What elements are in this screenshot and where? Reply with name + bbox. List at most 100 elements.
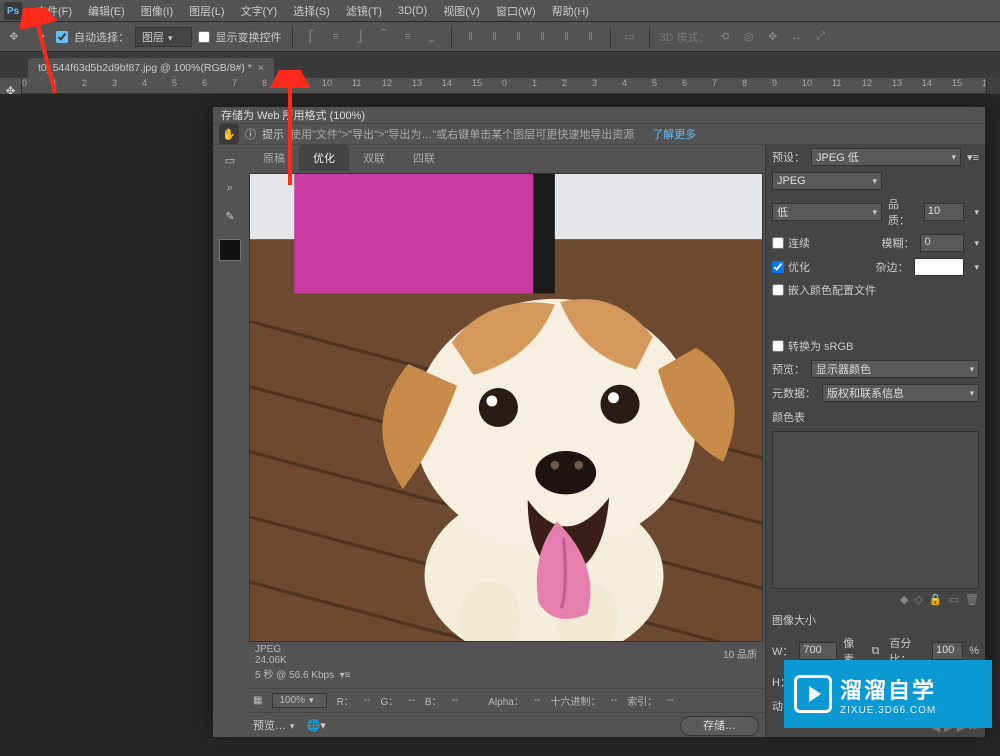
zoom-dropdown[interactable]: 100%	[272, 693, 326, 708]
readout-r: --	[364, 695, 371, 706]
distribute-6-icon[interactable]: ‖	[582, 27, 600, 47]
ct-trash-icon[interactable]: 🗑	[965, 593, 979, 606]
settings-panel: 预设： JPEG 低 ▾≡ JPEG 低 品质： 10 连续 模糊： 0	[765, 145, 985, 737]
move-tool-icon[interactable]: ✥	[4, 27, 24, 47]
distribute-2-icon[interactable]: ‖	[486, 27, 504, 47]
align-center-h-icon[interactable]: ≡	[327, 27, 345, 47]
readout-alpha-label: Alpha：	[488, 693, 524, 708]
align-bottom-icon[interactable]: ⎵	[423, 27, 441, 47]
watermark-title: 溜溜自学	[840, 673, 936, 705]
readout-g: --	[408, 695, 415, 706]
readout-b: --	[452, 695, 459, 706]
embed-profile-label: 嵌入颜色配置文件	[788, 282, 876, 298]
readout-index-label: 索引：	[627, 693, 657, 708]
width-input[interactable]: 700	[799, 642, 837, 660]
save-for-web-dialog: 存储为 Web 所用格式 (100%) ✋ ⓘ 提示 使用"文件">"导出">"…	[212, 106, 986, 726]
convert-srgb-checkbox[interactable]	[772, 340, 784, 352]
browser-icon[interactable]: 🌐▾	[307, 719, 326, 732]
tab-original[interactable]: 原稿	[249, 145, 299, 171]
distribute-4-icon[interactable]: ‖	[534, 27, 552, 47]
preset-menu-icon[interactable]: ▾≡	[967, 151, 979, 164]
distribute-5-icon[interactable]: ‖	[558, 27, 576, 47]
menu-bar: Ps 文件(F) 编辑(E) 图像(I) 图层(L) 文字(Y) 选择(S) 滤…	[0, 0, 1000, 22]
align-center-v-icon[interactable]: ≡	[399, 27, 417, 47]
distribute-1-icon[interactable]: ‖	[462, 27, 480, 47]
menu-edit[interactable]: 编辑(E)	[80, 3, 133, 19]
quality-preset-dropdown[interactable]: 低	[772, 203, 882, 221]
menu-layer[interactable]: 图层(L)	[181, 3, 232, 19]
menu-file[interactable]: 文件(F)	[28, 3, 80, 19]
3d-pan-icon[interactable]: ✥	[764, 27, 782, 47]
menu-select[interactable]: 选择(S)	[285, 3, 338, 19]
readout-index: --	[667, 695, 674, 706]
matte-dropdown[interactable]	[914, 258, 964, 276]
menu-image[interactable]: 图像(I)	[133, 3, 181, 19]
ct-icon[interactable]: 🔒	[929, 593, 943, 606]
preset-dropdown[interactable]: JPEG 低	[811, 148, 961, 166]
matte-label: 杂边：	[875, 259, 908, 275]
menu-help[interactable]: 帮助(H)	[544, 3, 597, 19]
menu-3d[interactable]: 3D(D)	[390, 5, 435, 17]
optimized-checkbox[interactable]	[772, 261, 784, 273]
auto-select-checkbox[interactable]	[56, 31, 68, 43]
3d-roll-icon[interactable]: ◎	[740, 27, 758, 47]
ct-icon[interactable]: ▭	[949, 593, 959, 606]
quality-input[interactable]: 10	[924, 203, 965, 221]
show-transform-checkbox[interactable]	[198, 31, 210, 43]
horizontal-ruler: /* populated below manually */ 012345678…	[22, 78, 1000, 94]
tab-optimized[interactable]: 优化	[299, 145, 349, 171]
slice-tool-icon[interactable]: ▭	[219, 149, 241, 171]
hand-tool-icon[interactable]: ✋	[219, 124, 239, 144]
auto-align-icon[interactable]: ▭	[621, 27, 639, 47]
metadata-dropdown[interactable]: 版权和联系信息	[822, 384, 979, 402]
embed-profile-checkbox[interactable]	[772, 284, 784, 296]
show-transform-label: 显示变换控件	[216, 29, 282, 45]
dialog-tip-bar: ✋ ⓘ 提示 使用"文件">"导出">"导出为…"或右键单击某个图层可更快速地导…	[213, 124, 985, 145]
preview-quality: 10 品质	[723, 644, 757, 661]
link-icon[interactable]: ⧉	[872, 645, 880, 658]
color-table-icons: ◆ ◇ 🔒 ▭ 🗑	[766, 591, 985, 608]
menu-view[interactable]: 视图(V)	[435, 3, 488, 19]
preset-label: 预设：	[772, 149, 805, 165]
quality-slider-icon[interactable]	[970, 206, 979, 218]
preview-browser-button[interactable]: 预览…	[253, 717, 295, 733]
preview-dropdown[interactable]: 显示器颜色	[811, 360, 979, 378]
ct-icon[interactable]: ◆	[900, 593, 908, 606]
3d-slide-icon[interactable]: ↔	[788, 27, 806, 47]
align-right-icon[interactable]: ⎦	[351, 27, 369, 47]
preview-format: JPEG	[255, 644, 351, 655]
tab-4up[interactable]: 四联	[399, 145, 449, 171]
align-top-icon[interactable]: ⎴	[375, 27, 393, 47]
format-dropdown[interactable]: JPEG	[772, 172, 882, 190]
eyedropper-color-swatch[interactable]	[219, 239, 241, 261]
tool-preset-icon[interactable]	[30, 27, 50, 47]
metadata-label: 元数据：	[772, 385, 816, 401]
progressive-checkbox[interactable]	[772, 237, 784, 249]
preview-tabs: 原稿 优化 双联 四联	[247, 145, 765, 171]
distribute-3-icon[interactable]: ‖	[510, 27, 528, 47]
slice-vis-icon[interactable]: ▦	[253, 695, 262, 706]
percent-input[interactable]: 100	[932, 642, 963, 660]
menu-filter[interactable]: 滤镜(T)	[338, 3, 390, 19]
eyedropper-tool-icon[interactable]: ✎	[219, 205, 241, 227]
save-button[interactable]: 存储…	[680, 716, 759, 736]
3d-zoom-icon[interactable]: ⤢	[812, 27, 830, 47]
readout-hex-label: 十六进制：	[551, 693, 601, 708]
blur-input[interactable]: 0	[920, 234, 964, 252]
progressive-label: 连续	[788, 235, 810, 251]
play-icon	[794, 675, 832, 713]
ct-icon[interactable]: ◇	[914, 593, 922, 606]
align-left-icon[interactable]: ⎡	[303, 27, 321, 47]
close-tab-icon[interactable]: ×	[258, 62, 264, 74]
blur-slider-icon[interactable]	[970, 237, 979, 249]
document-tab[interactable]: t0_544f63d5b2d9bf87.jpg @ 100%(RGB/8#) *…	[28, 58, 274, 78]
auto-select-dropdown[interactable]: 图层	[135, 27, 192, 47]
zoom-tool-icon[interactable]: ⌕	[219, 177, 241, 199]
blur-label: 模糊：	[881, 235, 914, 251]
menu-window[interactable]: 窗口(W)	[488, 3, 544, 19]
tab-2up[interactable]: 双联	[349, 145, 399, 171]
3d-orbit-icon[interactable]: ⟲	[716, 27, 734, 47]
learn-more-link[interactable]: 了解更多	[652, 126, 696, 142]
image-preview[interactable]	[249, 173, 763, 642]
menu-type[interactable]: 文字(Y)	[233, 3, 286, 19]
